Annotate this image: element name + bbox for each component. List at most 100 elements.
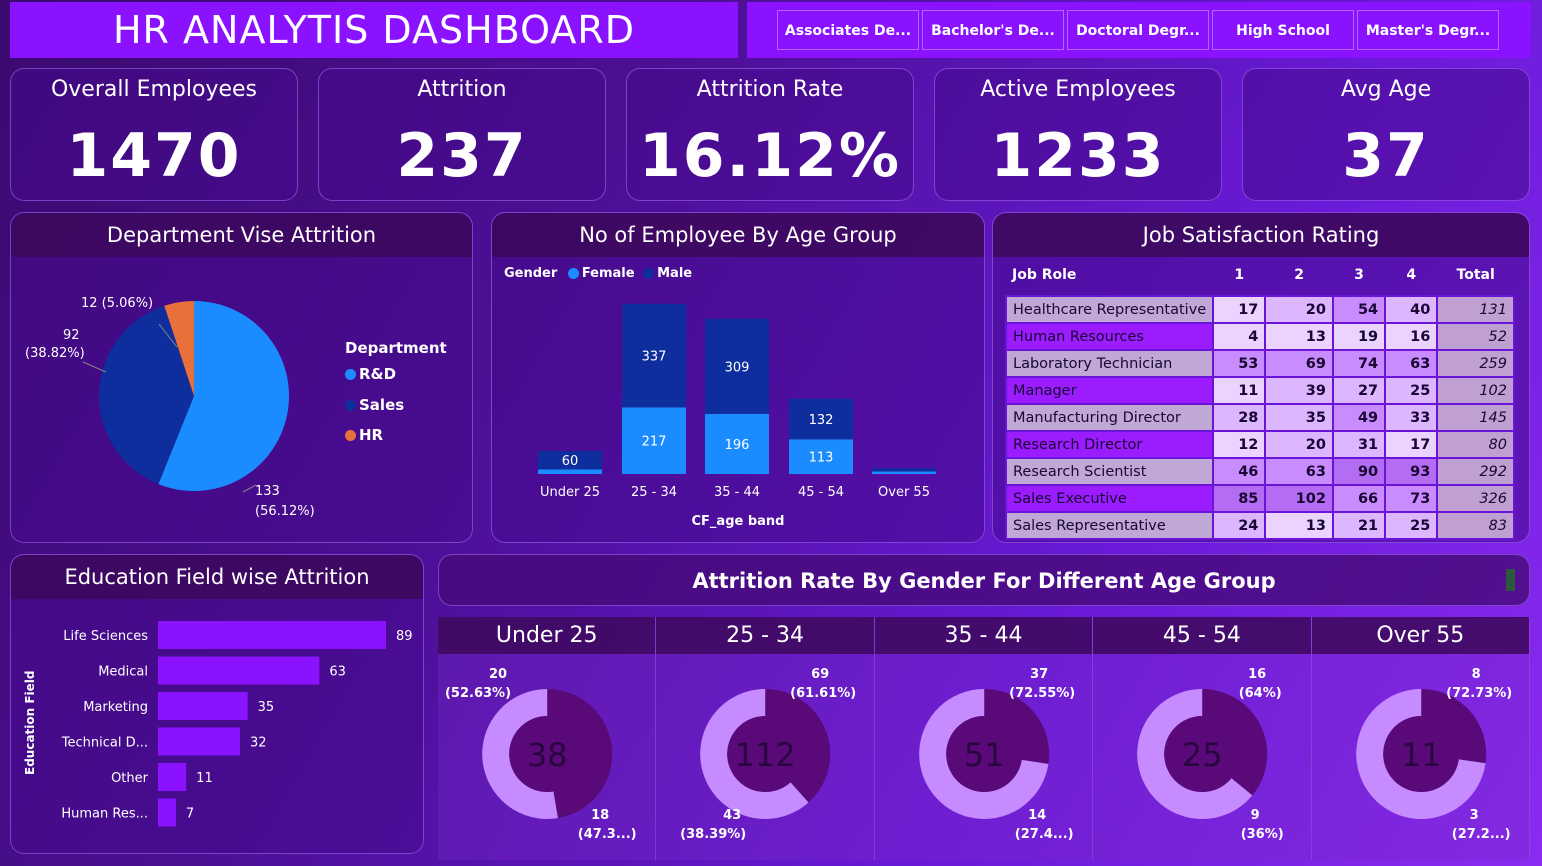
edu-bar[interactable] <box>158 656 320 685</box>
column-header[interactable]: Job Role <box>1006 261 1213 289</box>
total-cell: 80 <box>1436 430 1515 459</box>
edu-value-label: 11 <box>196 771 213 786</box>
column-header[interactable]: Total <box>1437 261 1514 289</box>
donut-pct-a: (61.61%) <box>791 686 857 701</box>
donut-pct-b: (27.2...) <box>1451 827 1510 842</box>
legend-item-rd[interactable]: R&D <box>345 365 396 383</box>
pie-pct-rd: (56.12%) <box>255 504 315 519</box>
edu-value-label: 63 <box>329 665 346 680</box>
edu-category-label: Human Res... <box>61 807 148 822</box>
rating-cell: 93 <box>1384 457 1439 486</box>
donut-pct-b: (27.4...) <box>1015 827 1074 842</box>
slicer-high-school[interactable]: High School <box>1212 10 1354 50</box>
x-tick-label: 25 - 34 <box>631 485 677 500</box>
bar-label-male: 337 <box>642 350 667 365</box>
table-row[interactable]: Research Scientist 46 63 90 93 292 <box>1004 457 1515 486</box>
column-header[interactable]: 4 <box>1385 261 1437 289</box>
bar-female[interactable] <box>872 471 936 474</box>
kpi-active-employees: Active Employees 1233 <box>934 68 1222 201</box>
kpi-value: 16.12% <box>639 121 901 191</box>
column-header[interactable]: 1 <box>1213 261 1265 289</box>
age-x-axis-title: CF_age band <box>691 514 785 529</box>
edu-bar[interactable] <box>158 621 386 649</box>
bar-label-female: 196 <box>725 438 750 453</box>
total-cell: 259 <box>1436 349 1515 378</box>
rating-cell: 33 <box>1384 403 1439 432</box>
rating-cell: 24 <box>1212 511 1267 540</box>
donut-label-b: 9 <box>1251 808 1260 823</box>
kpi-label: Avg Age <box>1340 77 1432 102</box>
bar-male[interactable] <box>872 468 936 472</box>
donut-total: 51 <box>964 736 1005 774</box>
slicer-doctoral-degree[interactable]: Doctoral Degr... <box>1067 10 1209 50</box>
donut-chart: 112 69 (61.61%) 43 (38.39%) <box>681 667 857 842</box>
legend-item-male[interactable]: Male <box>643 266 692 281</box>
table-row[interactable]: Laboratory Technician 53 69 74 63 259 <box>1004 349 1515 378</box>
pie-pct-sales: (38.82%) <box>25 346 85 361</box>
donut-pct-a: (64%) <box>1239 686 1282 701</box>
legend-item-hr[interactable]: HR <box>345 426 383 444</box>
column-header[interactable]: 2 <box>1265 261 1333 289</box>
donut-label-b: 18 <box>591 808 609 823</box>
age-group-panel: No of Employee By Age Group Gender Femal… <box>491 212 985 543</box>
dept-legend-title: Department <box>345 339 447 357</box>
slicer-masters-degree[interactable]: Master's Degr... <box>1357 10 1499 50</box>
job-role-cell: Healthcare Representative <box>1004 295 1215 324</box>
job-role-cell: Research Director <box>1004 430 1215 459</box>
table-row[interactable]: Human Resources 4 13 19 16 52 <box>1004 322 1515 351</box>
bar-label-male: 309 <box>725 360 750 375</box>
donut-pct-b: (38.39%) <box>681 827 747 842</box>
scroll-handle[interactable] <box>1506 569 1515 591</box>
kpi-avg-age: Avg Age 37 <box>1242 68 1530 201</box>
bar-label-female: 113 <box>809 451 834 466</box>
donut-pct-a: (52.63%) <box>445 686 511 701</box>
job-role-cell: Sales Executive <box>1004 484 1215 513</box>
table-row[interactable]: Research Director 12 20 31 17 80 <box>1004 430 1515 459</box>
donut-label-b: 3 <box>1469 808 1478 823</box>
dept-attrition-title: Department Vise Attrition <box>11 213 472 257</box>
table-row[interactable]: Manufacturing Director 28 35 49 33 145 <box>1004 403 1515 432</box>
donut-cell: 25 - 34 112 69 (61.61%) 43 (38.39%) <box>656 617 875 860</box>
rating-cell: 69 <box>1264 349 1334 378</box>
rating-cell: 63 <box>1384 349 1439 378</box>
donut-cell: 45 - 54 25 16 (64%) 9 (36%) <box>1093 617 1312 860</box>
kpi-attrition: Attrition 237 <box>318 68 606 201</box>
legend-dot <box>345 369 356 380</box>
edu-bar[interactable] <box>158 763 187 791</box>
edu-category-label: Marketing <box>83 700 148 715</box>
donut-pct-b: (36%) <box>1241 827 1284 842</box>
edu-bar[interactable] <box>158 798 176 827</box>
pie-label-sales: 92 <box>63 328 80 343</box>
kpi-value: 237 <box>396 121 528 191</box>
legend-item-female[interactable]: Female <box>567 266 635 281</box>
edu-bar[interactable] <box>158 692 248 720</box>
legend-label: Sales <box>359 396 405 414</box>
slicer-associates-degree[interactable]: Associates De... <box>777 10 919 50</box>
edu-category-label: Other <box>111 771 149 786</box>
edu-bar[interactable] <box>158 727 240 756</box>
job-role-cell: Manager <box>1004 376 1215 405</box>
bar-female[interactable] <box>538 469 602 474</box>
table-row[interactable]: Healthcare Representative 17 20 54 40 131 <box>1004 295 1515 324</box>
total-cell: 102 <box>1436 376 1515 405</box>
legend-dot <box>345 400 356 411</box>
table-row[interactable]: Manager 11 39 27 25 102 <box>1004 376 1515 405</box>
table-row[interactable]: Sales Representative 24 13 21 25 83 <box>1004 511 1515 540</box>
kpi-value: 37 <box>1342 121 1430 191</box>
total-cell: 292 <box>1436 457 1515 486</box>
rating-cell: 74 <box>1331 349 1387 378</box>
pie-label-rd: 133 <box>255 484 280 499</box>
table-header-row: Job Role 1 2 3 4 Total <box>1006 261 1514 289</box>
legend-item-sales[interactable]: Sales <box>345 396 404 414</box>
slicer-bachelors-degree[interactable]: Bachelor's De... <box>922 10 1064 50</box>
column-header[interactable]: 3 <box>1333 261 1385 289</box>
gender-attrition-header: Attrition Rate By Gender For Different A… <box>438 554 1530 606</box>
kpi-value: 1470 <box>66 121 242 191</box>
gender-legend: Gender Female Male <box>504 266 692 281</box>
donut-label-a: 20 <box>489 667 507 682</box>
rating-cell: 31 <box>1331 430 1387 459</box>
table-row[interactable]: Sales Executive 85 102 66 73 326 <box>1004 484 1515 513</box>
edu-value-label: 89 <box>396 629 413 644</box>
donut-label-a: 37 <box>1030 667 1048 682</box>
edu-value-label: 7 <box>186 807 194 822</box>
